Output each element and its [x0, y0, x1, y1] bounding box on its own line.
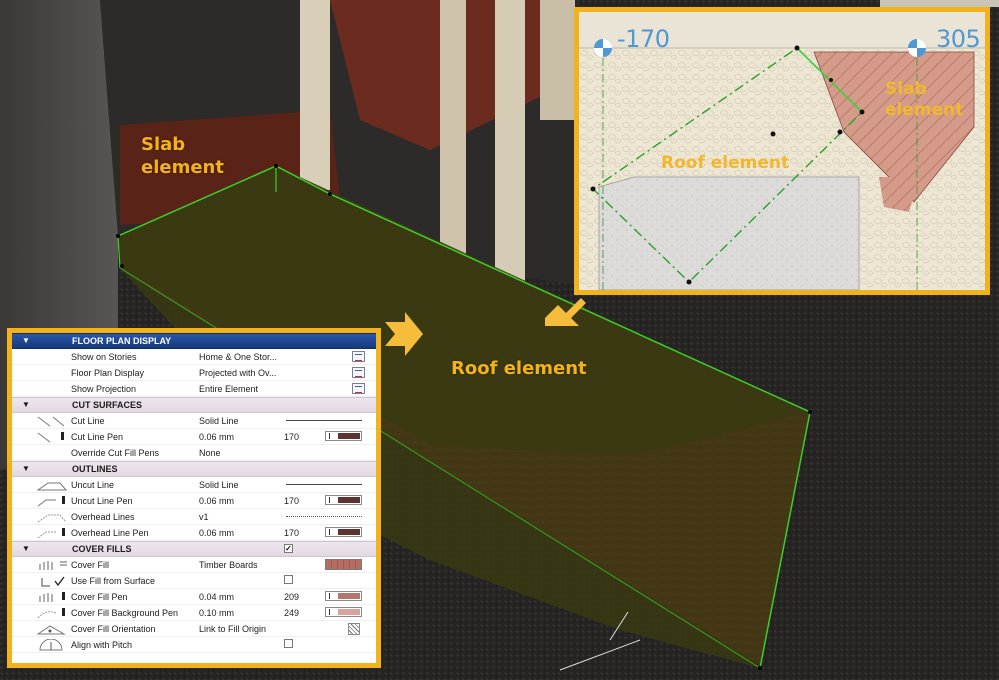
projection-menu-icon[interactable]: [352, 383, 365, 394]
pen-icon: [37, 432, 64, 443]
row-cover-fill-bg-pen[interactable]: Cover Fill Background Pen 0.10 mm 249: [12, 605, 376, 621]
pen-swatch[interactable]: [325, 527, 362, 537]
row-cover-fill[interactable]: Cover Fill Timber Boards: [12, 557, 376, 573]
cover-fill-bg-icon: [37, 608, 65, 619]
row-show-projection[interactable]: Show Projection Entire Element: [12, 381, 376, 397]
row-cut-line[interactable]: Cut Line Solid Line: [12, 413, 376, 429]
row-cover-fill-pen[interactable]: Cover Fill Pen 0.04 mm 209: [12, 589, 376, 605]
row-overhead-line-pen[interactable]: Overhead Line Pen 0.06 mm 170: [12, 525, 376, 541]
align-pitch-checkbox[interactable]: [284, 639, 293, 648]
collapse-icon[interactable]: ▼: [22, 542, 30, 556]
align-pitch-icon: [39, 639, 63, 651]
orientation-icon: [36, 625, 66, 635]
floor-plan-settings-panel: ▼ FLOOR PLAN DISPLAY Show on Stories Hom…: [7, 328, 381, 668]
row-show-on-stories[interactable]: Show on Stories Home & One Stor...: [12, 349, 376, 365]
post: [300, 0, 330, 190]
inset-slab-label: Slab element: [885, 79, 964, 120]
pen-swatch[interactable]: [325, 591, 362, 601]
section-outlines[interactable]: ▼ OUTLINES: [12, 461, 376, 477]
post: [440, 0, 466, 260]
row-overhead-lines[interactable]: Overhead Lines v1: [12, 509, 376, 525]
collapse-icon[interactable]: ▼: [22, 398, 30, 412]
fill-surface-icon: [41, 576, 65, 587]
row-uncut-line[interactable]: Uncut Line Solid Line: [12, 477, 376, 493]
slab-callout: Slab element: [141, 134, 224, 178]
section-floor-plan-display[interactable]: ▼ FLOOR PLAN DISPLAY: [12, 333, 376, 349]
section-cover-fills[interactable]: ▼ COVER FILLS ✓: [12, 541, 376, 557]
pen-swatch[interactable]: [325, 607, 362, 617]
row-cut-line-pen[interactable]: Cut Line Pen 0.06 mm 170: [12, 429, 376, 445]
pen-swatch[interactable]: [325, 495, 362, 505]
stories-menu-icon[interactable]: [352, 351, 365, 362]
level-left: -170: [617, 25, 670, 53]
display-menu-icon[interactable]: [352, 367, 365, 378]
cover-fills-checkbox[interactable]: ✓: [284, 544, 293, 553]
overhead-icon: [37, 514, 67, 523]
row-floor-plan-display[interactable]: Floor Plan Display Projected with Ov...: [12, 365, 376, 381]
use-fill-checkbox[interactable]: [284, 575, 293, 584]
level-right: 305: [936, 25, 981, 53]
cut-line-icon: [37, 416, 65, 427]
roof-callout: Roof element: [451, 358, 587, 379]
collapse-icon[interactable]: ▼: [22, 334, 30, 348]
row-uncut-line-pen[interactable]: Uncut Line Pen 0.06 mm 170: [12, 493, 376, 509]
outline-pen-icon: [37, 496, 65, 507]
outline-icon: [36, 482, 68, 491]
orientation-button[interactable]: [326, 623, 360, 635]
pen-swatch[interactable]: [325, 431, 362, 441]
row-align-with-pitch[interactable]: Align with Pitch: [12, 637, 376, 653]
overhead-pen-icon: [37, 528, 65, 539]
fill-swatch[interactable]: [325, 559, 362, 570]
row-override-cut-fill[interactable]: Override Cut Fill Pens None: [12, 445, 376, 461]
cover-fill-pen-icon: [39, 592, 65, 602]
floor-plan-inset: -170 305 Roof element Slab element: [574, 7, 990, 295]
inset-roof-label: Roof element: [661, 153, 790, 173]
post: [495, 0, 525, 285]
row-use-fill-from-surface[interactable]: Use Fill from Surface: [12, 573, 376, 589]
post: [540, 0, 575, 120]
cover-fill-icon: [39, 561, 67, 570]
row-cover-fill-orientation[interactable]: Cover Fill Orientation Link to Fill Orig…: [12, 621, 376, 637]
section-cut-surfaces[interactable]: ▼ CUT SURFACES: [12, 397, 376, 413]
collapse-icon[interactable]: ▼: [22, 462, 30, 476]
